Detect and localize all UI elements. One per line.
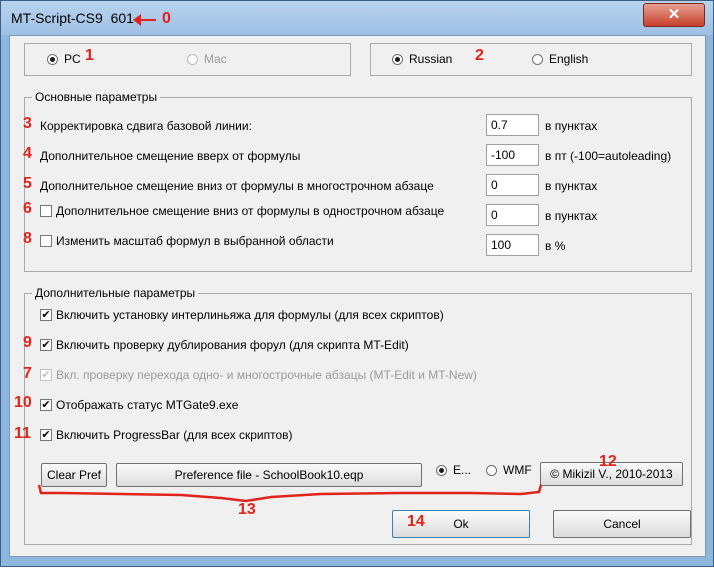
annotation-8: 8 xyxy=(23,230,32,247)
annotation-2: 2 xyxy=(475,47,484,64)
annotation-5: 5 xyxy=(23,175,32,192)
annotation-4: 4 xyxy=(23,145,32,162)
annotation-13: 13 xyxy=(238,501,256,518)
annotation-6: 6 xyxy=(23,200,32,217)
annotation-11: 11 xyxy=(14,425,31,442)
annotation-0: 0 xyxy=(162,10,171,27)
bracket-annotation xyxy=(37,484,543,503)
annotation-7: 7 xyxy=(23,365,32,382)
annotation-overlay xyxy=(37,484,543,503)
annotation-10: 10 xyxy=(14,394,32,411)
annotation-12: 12 xyxy=(599,453,617,470)
annotation-1: 1 xyxy=(85,47,94,64)
annotation-9: 9 xyxy=(23,334,32,351)
annotation-14: 14 xyxy=(407,513,425,530)
annotation-3: 3 xyxy=(23,115,32,132)
dialog-window: MT-Script-CS9 601 ✕ PC Mac Russian Engli… xyxy=(0,0,714,567)
